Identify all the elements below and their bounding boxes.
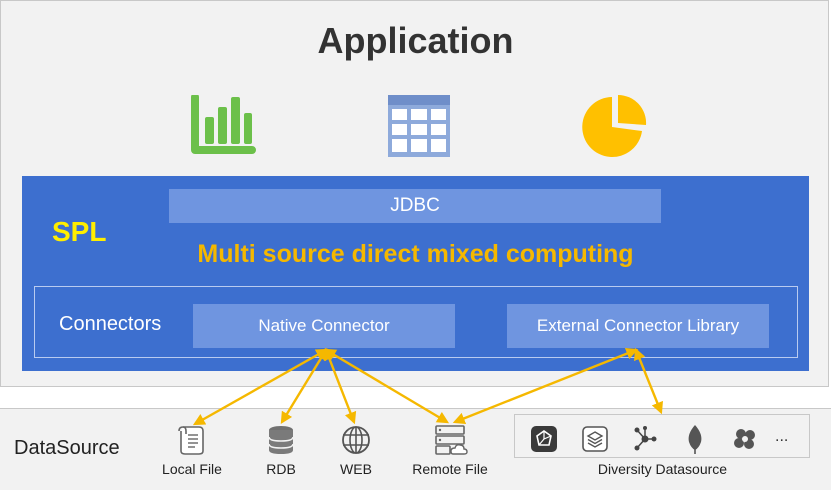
arrow-native-local-file [192, 348, 329, 426]
connection-arrows [192, 347, 663, 426]
arrow-native-rdb [280, 347, 328, 425]
arrow-native-remote-file [323, 348, 450, 424]
arrow-native-web [323, 347, 357, 425]
arrow-external-remote-file [452, 347, 639, 425]
arrow-external-diversity [634, 347, 663, 415]
